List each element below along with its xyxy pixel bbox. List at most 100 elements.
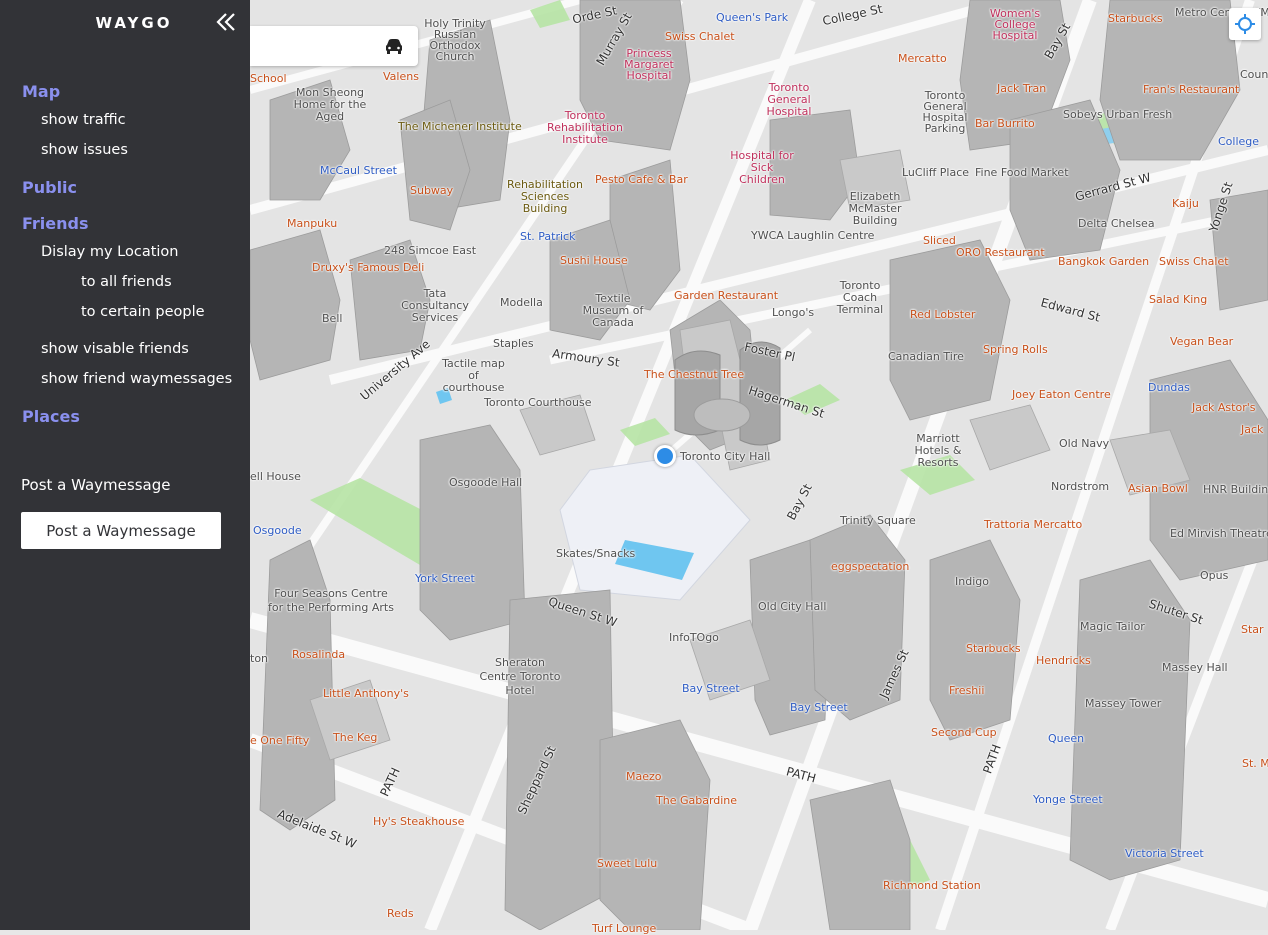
poi-label[interactable]: Joey Eaton Centre — [1012, 388, 1111, 401]
poi-label[interactable]: Dundas — [1148, 381, 1190, 394]
nav-public[interactable]: Public — [22, 178, 77, 197]
poi-label[interactable]: Hospital for Sick Children — [727, 150, 797, 186]
poi-label[interactable]: Toronto Courthouse — [484, 396, 592, 409]
poi-label[interactable]: Jack — [1241, 423, 1263, 436]
poi-label[interactable]: Elizabeth McMaster Building — [830, 191, 920, 227]
poi-label[interactable]: InfoTOgo — [669, 631, 719, 644]
poi-label[interactable]: St. Patrick — [520, 230, 575, 243]
poi-label[interactable]: Bay Street — [790, 701, 848, 714]
poi-label[interactable]: Toronto Rehabilitation Institute — [535, 110, 635, 146]
poi-label[interactable]: Massey Tower — [1085, 697, 1161, 710]
poi-label[interactable]: eggspectation — [831, 560, 909, 573]
poi-label[interactable]: Sushi House — [560, 254, 628, 267]
poi-label[interactable]: Star — [1241, 623, 1264, 636]
poi-label[interactable]: County — [1240, 68, 1268, 81]
poi-label[interactable]: Rehabilitation Sciences Building — [500, 179, 590, 215]
poi-label[interactable]: Staples — [493, 337, 534, 350]
poi-label[interactable]: The Michener Institute — [398, 120, 522, 133]
poi-label[interactable]: Druxy's Famous Deli — [312, 261, 424, 274]
poi-label[interactable]: ton — [250, 652, 268, 665]
nav-places[interactable]: Places — [22, 407, 80, 426]
poi-label[interactable]: Hendricks — [1036, 654, 1091, 667]
poi-label[interactable]: Fine Food Market — [975, 166, 1069, 179]
poi-label[interactable]: Bay Street — [682, 682, 740, 695]
poi-label[interactable]: Spring Rolls — [983, 343, 1048, 356]
poi-label[interactable]: Starbucks — [1108, 12, 1163, 25]
poi-label[interactable]: Second Cup — [931, 726, 997, 739]
poi-label[interactable]: Four Seasons Centre for the Performing A… — [266, 587, 396, 615]
show-issues-link[interactable]: show issues — [41, 142, 128, 158]
current-location-marker[interactable] — [654, 445, 676, 467]
poi-label[interactable]: Jack Astor's — [1192, 401, 1255, 414]
poi-label[interactable]: e One Fifty — [250, 734, 309, 747]
poi-label[interactable]: Tactile map of courthouse — [436, 358, 511, 394]
poi-label[interactable]: Nordstrom — [1051, 480, 1109, 493]
search-input[interactable] — [250, 26, 418, 66]
poi-label[interactable]: ell House — [250, 470, 301, 483]
poi-label[interactable]: Holy Trinity Russian Orthodox Church — [410, 18, 500, 62]
poi-label[interactable]: Rosalinda — [292, 648, 345, 661]
location-to-all-friends[interactable]: to all friends — [81, 274, 172, 290]
poi-label[interactable]: Swiss Chalet — [1159, 255, 1229, 268]
poi-label[interactable]: School — [250, 72, 287, 85]
poi-label[interactable]: Mercatto — [898, 52, 947, 65]
poi-label[interactable]: Toronto General Hospital Parking — [905, 90, 985, 134]
poi-label[interactable]: College — [1218, 135, 1259, 148]
poi-label[interactable]: Yonge Street — [1033, 793, 1103, 806]
poi-label[interactable]: Toronto City Hall — [680, 450, 770, 463]
show-traffic-link[interactable]: show traffic — [41, 112, 126, 128]
poi-label[interactable]: HNR Building — [1203, 483, 1268, 496]
poi-label[interactable]: Valens — [383, 70, 419, 83]
poi-label[interactable]: Subway — [410, 184, 453, 197]
poi-label[interactable]: Reds — [387, 907, 414, 920]
poi-label[interactable]: Toronto Coach Terminal — [825, 280, 895, 316]
poi-label[interactable]: Maezo — [626, 770, 662, 783]
poi-label[interactable]: Little Anthony's — [323, 687, 409, 700]
poi-label[interactable]: Sliced — [923, 234, 956, 247]
poi-label[interactable]: The Chestnut Tree — [644, 368, 744, 381]
poi-label[interactable]: LuCliff Place — [902, 166, 969, 179]
poi-label[interactable]: Red Lobster — [910, 308, 975, 321]
poi-label[interactable]: Garden Restaurant — [674, 289, 778, 302]
poi-label[interactable]: Old Navy — [1059, 437, 1109, 450]
poi-label[interactable]: Queen's Park — [716, 11, 788, 24]
post-waymessage-button[interactable]: Post a Waymessage — [21, 512, 221, 549]
poi-label[interactable]: Canadian Tire — [888, 350, 964, 363]
poi-label[interactable]: Swiss Chalet — [665, 30, 735, 43]
poi-label[interactable]: Turf Lounge — [592, 922, 656, 935]
poi-label[interactable]: Queen — [1048, 732, 1084, 745]
poi-label[interactable]: Trattoria Mercatto — [984, 518, 1082, 531]
poi-label[interactable]: Textile Museum of Canada — [573, 293, 653, 329]
poi-label[interactable]: Old City Hall — [758, 600, 826, 613]
poi-label[interactable]: Vegan Bear — [1170, 335, 1233, 348]
poi-label[interactable]: YWCA Laughlin Centre — [751, 229, 874, 242]
locate-me-button[interactable] — [1229, 8, 1261, 40]
location-to-certain-people[interactable]: to certain people — [81, 304, 205, 320]
poi-label[interactable]: Starbucks — [966, 642, 1021, 655]
poi-label[interactable]: Jack Tran — [997, 82, 1046, 95]
poi-label[interactable]: Osgoode — [253, 524, 302, 537]
poi-label[interactable]: Hy's Steakhouse — [373, 815, 464, 828]
poi-label[interactable]: St. M — [1242, 757, 1268, 770]
poi-label[interactable]: Bangkok Garden — [1058, 255, 1149, 268]
nav-map[interactable]: Map — [22, 82, 60, 101]
poi-label[interactable]: Osgoode Hall — [449, 476, 522, 489]
poi-label[interactable]: The Gabardine — [656, 794, 737, 807]
chevron-double-left-icon[interactable] — [214, 10, 238, 34]
poi-label[interactable]: Women's College Hospital — [975, 8, 1055, 41]
poi-label[interactable]: Massey Hall — [1162, 661, 1228, 674]
poi-label[interactable]: Kaiju — [1172, 197, 1199, 210]
poi-label[interactable]: Magic Tailor — [1080, 620, 1145, 633]
poi-label[interactable]: Asian Bowl — [1128, 482, 1188, 495]
poi-label[interactable]: Sheraton Centre Toronto Hotel — [475, 656, 565, 698]
poi-label[interactable]: Marriott Hotels & Resorts — [898, 433, 978, 469]
poi-label[interactable]: Pesto Cafe & Bar — [595, 173, 688, 186]
poi-label[interactable]: Manpuku — [287, 217, 337, 230]
poi-label[interactable]: Skates/Snacks — [556, 547, 635, 560]
poi-label[interactable]: Mon Sheong Home for the Aged — [290, 87, 370, 123]
poi-label[interactable]: Toronto General Hospital — [754, 82, 824, 118]
poi-label[interactable]: Freshii — [949, 684, 984, 697]
poi-label[interactable]: Modella — [500, 296, 543, 309]
poi-label[interactable]: Bell — [322, 312, 342, 325]
poi-label[interactable]: Fran's Restaurant — [1143, 83, 1239, 96]
